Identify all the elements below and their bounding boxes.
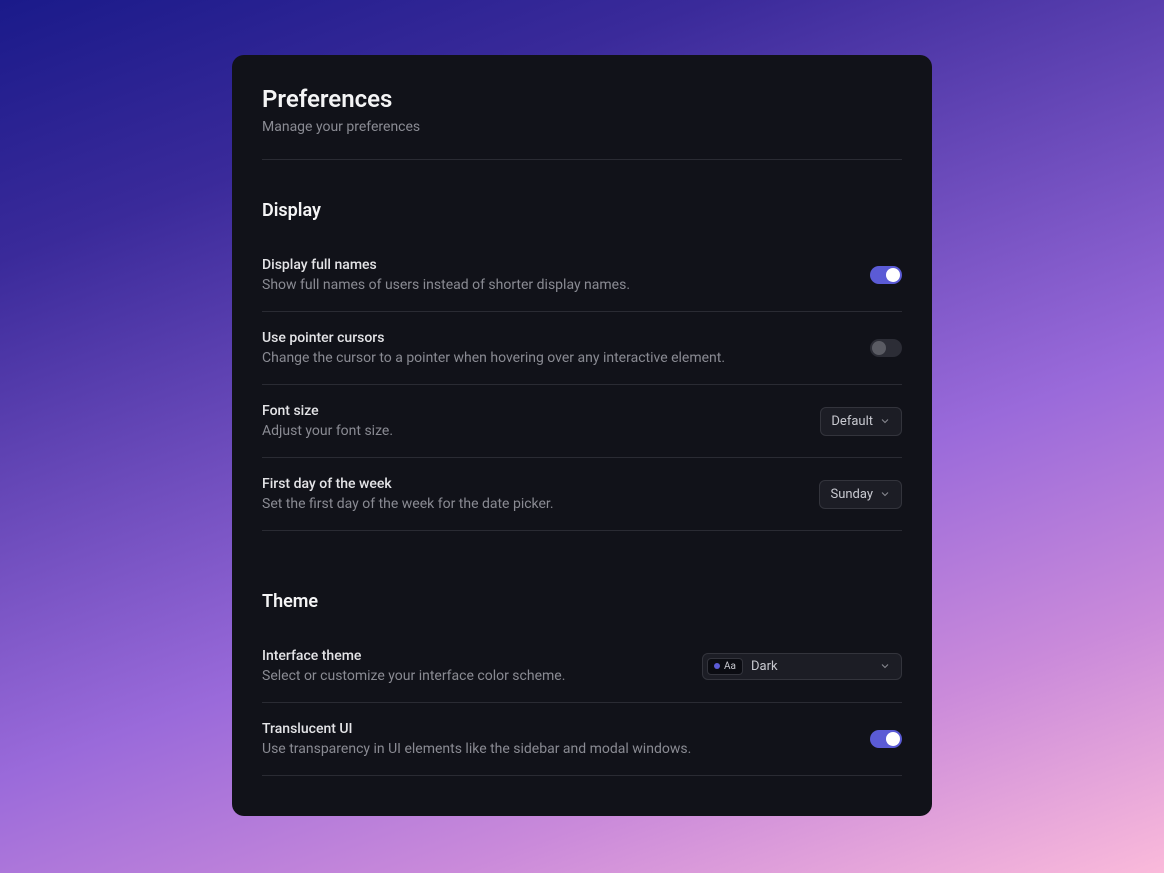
theme-section-title: Theme: [262, 591, 902, 612]
translucent-ui-row: Translucent UI Use transparency in UI el…: [262, 703, 902, 776]
display-section: Display Display full names Show full nam…: [262, 200, 902, 531]
chevron-down-icon: [879, 415, 891, 427]
font-size-row: Font size Adjust your font size. Default: [262, 385, 902, 458]
row-text: First day of the week Set the first day …: [262, 476, 799, 512]
translucent-ui-label: Translucent UI: [262, 721, 850, 737]
first-day-row: First day of the week Set the first day …: [262, 458, 902, 531]
row-text: Interface theme Select or customize your…: [262, 648, 682, 684]
first-day-desc: Set the first day of the week for the da…: [262, 496, 799, 512]
theme-swatch: Aa: [707, 658, 743, 675]
first-day-select[interactable]: Sunday: [819, 480, 902, 509]
translucent-ui-desc: Use transparency in UI elements like the…: [262, 741, 850, 757]
theme-swatch-dot: [714, 663, 720, 669]
display-full-names-toggle[interactable]: [870, 266, 902, 284]
first-day-label: First day of the week: [262, 476, 799, 492]
page-title: Preferences: [262, 85, 902, 113]
interface-theme-select[interactable]: Aa Dark: [702, 653, 902, 680]
interface-theme-value: Dark: [751, 659, 871, 674]
toggle-knob: [886, 268, 900, 282]
row-text: Use pointer cursors Change the cursor to…: [262, 330, 850, 366]
preferences-card: Preferences Manage your preferences Disp…: [232, 55, 932, 816]
translucent-ui-toggle[interactable]: [870, 730, 902, 748]
interface-theme-desc: Select or customize your interface color…: [262, 668, 682, 684]
display-full-names-label: Display full names: [262, 257, 850, 273]
row-text: Display full names Show full names of us…: [262, 257, 850, 293]
chevron-down-icon: [879, 660, 891, 672]
pointer-cursors-label: Use pointer cursors: [262, 330, 850, 346]
display-full-names-row: Display full names Show full names of us…: [262, 239, 902, 312]
first-day-value: Sunday: [830, 487, 873, 502]
row-text: Translucent UI Use transparency in UI el…: [262, 721, 850, 757]
font-size-desc: Adjust your font size.: [262, 423, 800, 439]
font-size-label: Font size: [262, 403, 800, 419]
interface-theme-label: Interface theme: [262, 648, 682, 664]
page-subtitle: Manage your preferences: [262, 119, 902, 135]
pointer-cursors-desc: Change the cursor to a pointer when hove…: [262, 350, 850, 366]
chevron-down-icon: [879, 488, 891, 500]
page-header: Preferences Manage your preferences: [262, 85, 902, 160]
pointer-cursors-toggle[interactable]: [870, 339, 902, 357]
interface-theme-row: Interface theme Select or customize your…: [262, 630, 902, 703]
theme-section: Theme Interface theme Select or customiz…: [262, 591, 902, 776]
display-full-names-desc: Show full names of users instead of shor…: [262, 277, 850, 293]
display-section-title: Display: [262, 200, 902, 221]
font-size-value: Default: [831, 414, 873, 429]
row-text: Font size Adjust your font size.: [262, 403, 800, 439]
theme-swatch-text: Aa: [724, 661, 736, 672]
font-size-select[interactable]: Default: [820, 407, 902, 436]
toggle-knob: [886, 732, 900, 746]
pointer-cursors-row: Use pointer cursors Change the cursor to…: [262, 312, 902, 385]
toggle-knob: [872, 341, 886, 355]
